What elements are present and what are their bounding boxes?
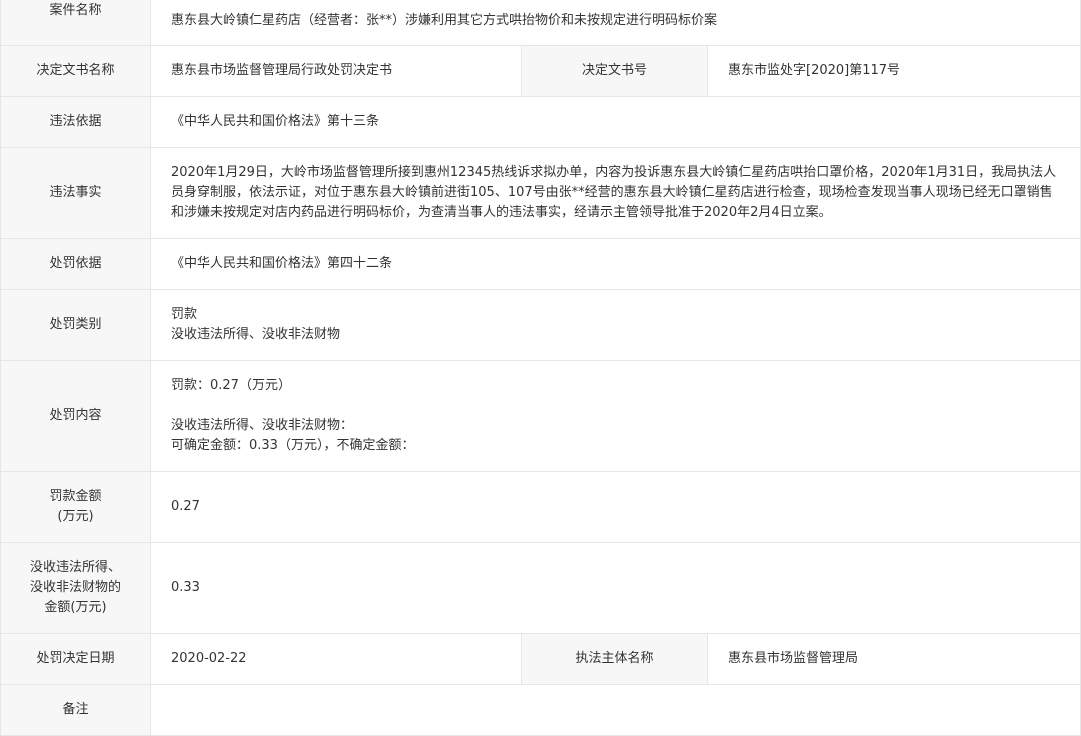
violation-facts-value: 2020年1月29日，大岭市场监督管理所接到惠州12345热线诉求拟办单，内容为… xyxy=(150,147,1081,239)
row-fine-amount: 罚款金额 (万元) 0.27 xyxy=(0,471,1081,543)
penalty-content-confiscation-amounts: 可确定金额：0.33（万元），不确定金额： xyxy=(171,438,415,453)
case-name-label: 案件名称 xyxy=(0,0,151,46)
decision-doc-name-value: 惠东县市场监督管理局行政处罚决定书 xyxy=(150,45,522,97)
penalty-basis-label: 处罚依据 xyxy=(0,238,151,290)
row-penalty-category: 处罚类别 罚款 没收违法所得、没收非法财物 xyxy=(0,289,1081,361)
violation-basis-value: 《中华人民共和国价格法》第十三条 xyxy=(150,96,1081,148)
row-violation-facts: 违法事实 2020年1月29日，大岭市场监督管理所接到惠州12345热线诉求拟办… xyxy=(0,147,1081,239)
decision-doc-number-value: 惠东市监处字[2020]第117号 xyxy=(707,45,1081,97)
row-decision-date: 处罚决定日期 2020-02-22 执法主体名称 惠东县市场监督管理局 xyxy=(0,633,1081,685)
row-case-name: 案件名称 惠东县大岭镇仁星药店（经营者：张**）涉嫌利用其它方式哄抬物价和未按规… xyxy=(0,0,1081,46)
penalty-basis-value: 《中华人民共和国价格法》第四十二条 xyxy=(150,238,1081,290)
row-violation-basis: 违法依据 《中华人民共和国价格法》第十三条 xyxy=(0,96,1081,148)
penalty-category-value: 罚款 没收违法所得、没收非法财物 xyxy=(150,289,1081,361)
penalty-content-confiscation-heading: 没收违法所得、没收非法财物： xyxy=(171,418,354,433)
row-confiscation-amount: 没收违法所得、 没收非法财物的 金额(万元) 0.33 xyxy=(0,542,1081,634)
enforcement-body-label: 执法主体名称 xyxy=(521,633,708,685)
confiscation-amount-value: 0.33 xyxy=(150,542,1081,634)
row-decision-doc: 决定文书名称 惠东县市场监督管理局行政处罚决定书 决定文书号 惠东市监处字[20… xyxy=(0,45,1081,97)
decision-doc-name-label: 决定文书名称 xyxy=(0,45,151,97)
fine-amount-label: 罚款金额 (万元) xyxy=(0,471,151,543)
violation-facts-label: 违法事实 xyxy=(0,147,151,239)
decision-date-value: 2020-02-22 xyxy=(150,633,522,685)
penalty-content-fine: 罚款：0.27（万元） xyxy=(171,378,291,393)
penalty-category-label: 处罚类别 xyxy=(0,289,151,361)
case-name-value: 惠东县大岭镇仁星药店（经营者：张**）涉嫌利用其它方式哄抬物价和未按规定进行明码… xyxy=(150,0,1081,46)
confiscation-amount-label-line2: 没收非法财物的 xyxy=(29,580,121,595)
row-penalty-content: 处罚内容 罚款：0.27（万元） 没收违法所得、没收非法财物： 可确定金额：0.… xyxy=(0,360,1081,472)
confiscation-amount-label-line3: 金额(万元) xyxy=(44,600,107,615)
decision-doc-number-label: 决定文书号 xyxy=(521,45,708,97)
penalty-content-spacer xyxy=(171,396,1060,416)
enforcement-body-value: 惠东县市场监督管理局 xyxy=(707,633,1081,685)
remarks-value xyxy=(150,684,1081,736)
penalty-category-fine: 罚款 xyxy=(171,307,198,322)
fine-amount-label-line2: (万元) xyxy=(57,509,94,524)
penalty-record-table: 案件名称 惠东县大岭镇仁星药店（经营者：张**）涉嫌利用其它方式哄抬物价和未按规… xyxy=(0,0,1081,736)
penalty-content-value: 罚款：0.27（万元） 没收违法所得、没收非法财物： 可确定金额：0.33（万元… xyxy=(150,360,1081,472)
fine-amount-value: 0.27 xyxy=(150,471,1081,543)
violation-basis-label: 违法依据 xyxy=(0,96,151,148)
row-penalty-basis: 处罚依据 《中华人民共和国价格法》第四十二条 xyxy=(0,238,1081,290)
confiscation-amount-label-line1: 没收违法所得、 xyxy=(29,560,121,575)
penalty-content-label: 处罚内容 xyxy=(0,360,151,472)
row-remarks: 备注 xyxy=(0,684,1081,736)
confiscation-amount-label: 没收违法所得、 没收非法财物的 金额(万元) xyxy=(0,542,151,634)
fine-amount-label-line1: 罚款金额 xyxy=(49,489,102,504)
remarks-label: 备注 xyxy=(0,684,151,736)
penalty-category-confiscation: 没收违法所得、没收非法财物 xyxy=(171,327,341,342)
decision-date-label: 处罚决定日期 xyxy=(0,633,151,685)
